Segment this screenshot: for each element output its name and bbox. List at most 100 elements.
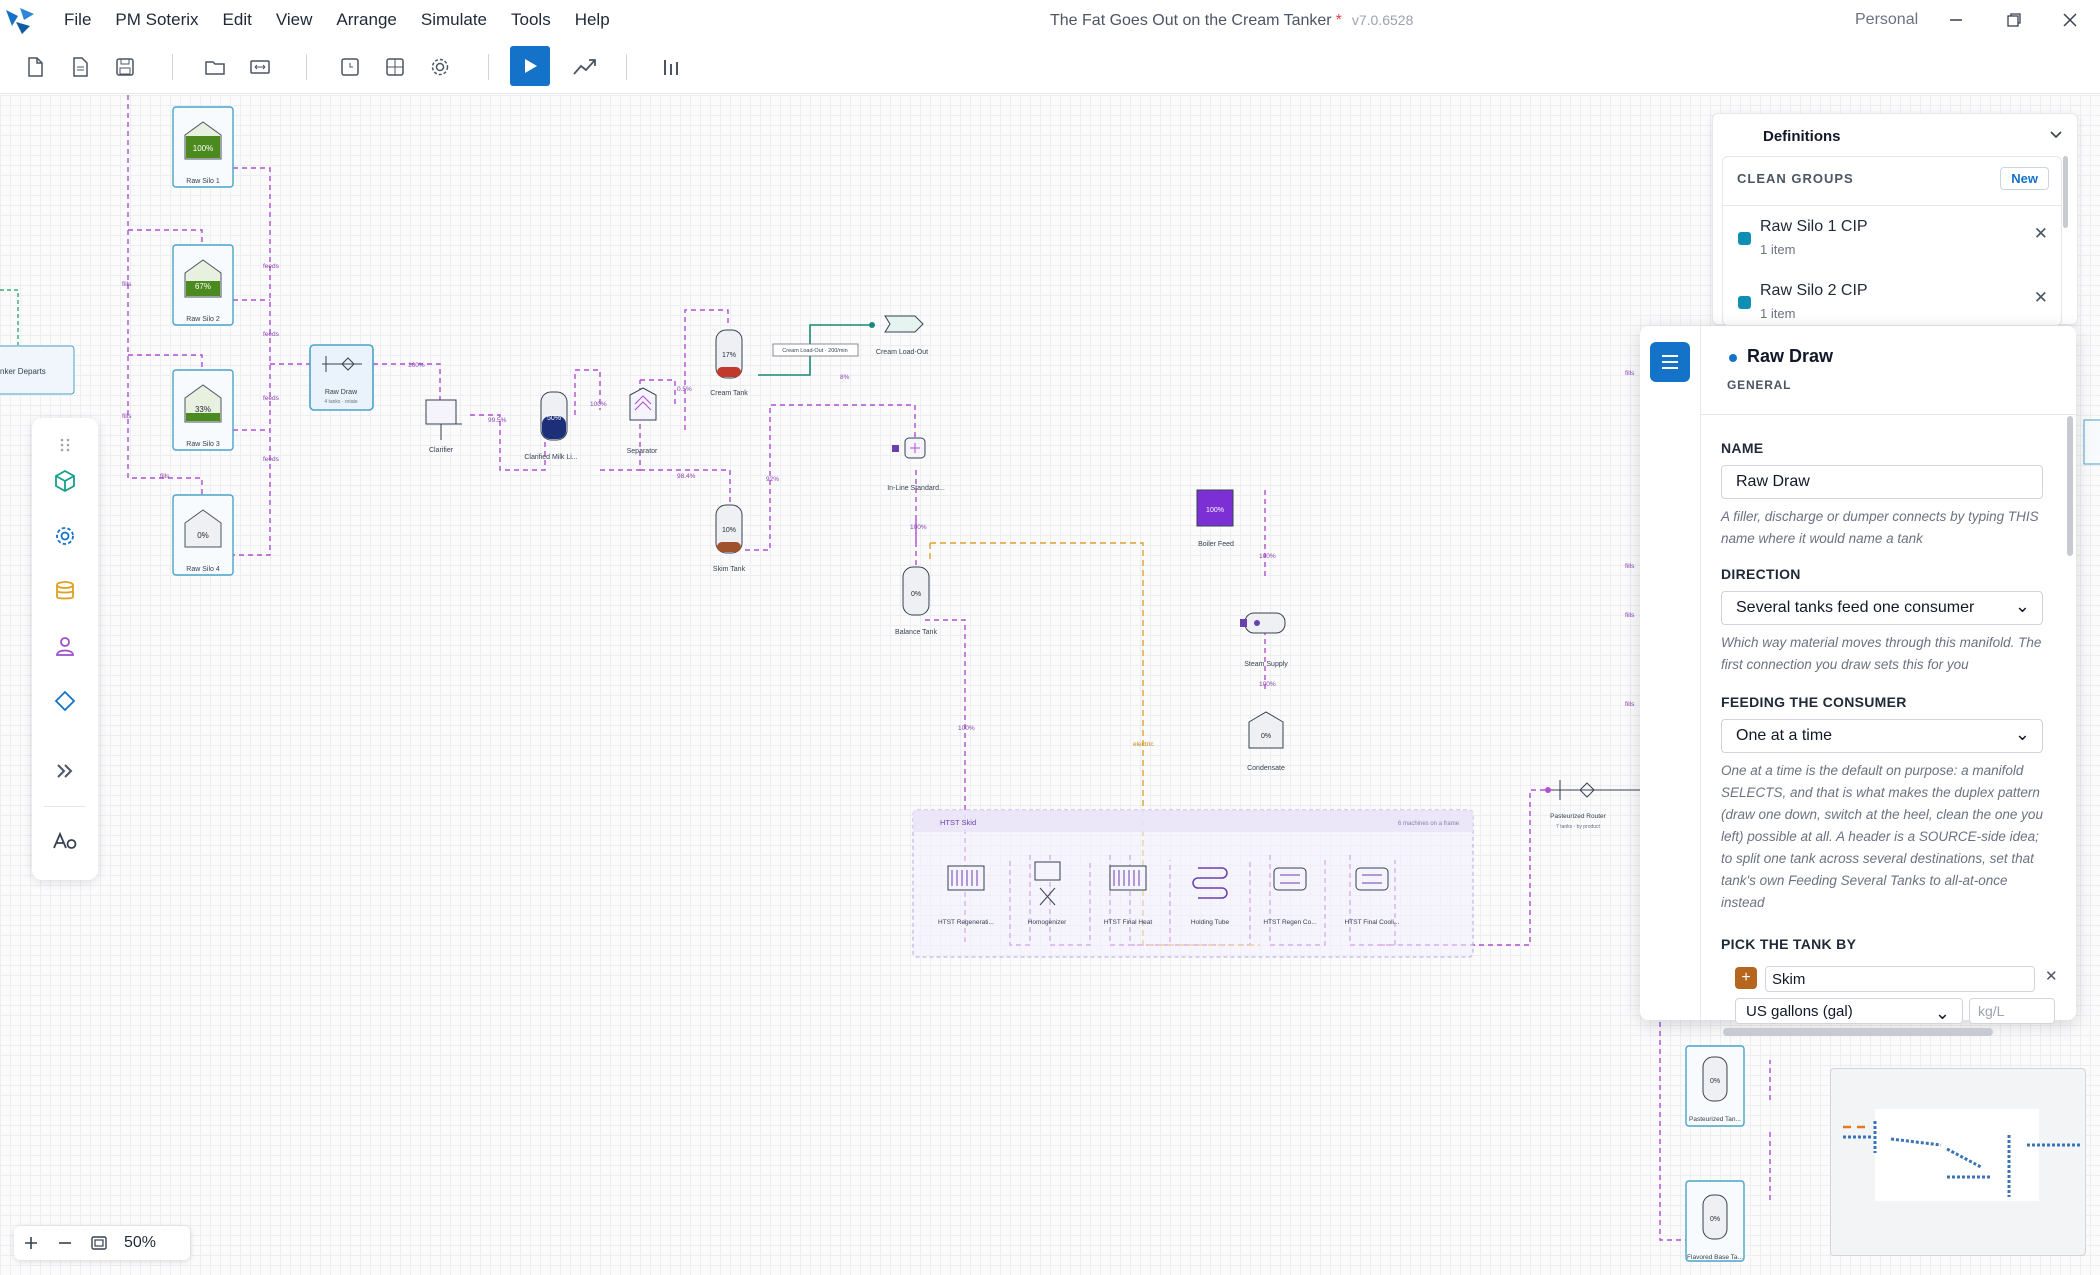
zoom-in-button[interactable] (14, 1226, 48, 1260)
menu-file[interactable]: File (52, 0, 103, 40)
document-icon (73, 57, 88, 77)
pasteurized-tank-node: 0% Pasteurized Tan... (1685, 1045, 1745, 1127)
clean-group-item[interactable]: Raw Silo 2 CIP 1 item ✕ (1738, 276, 2058, 332)
rail-drag-handle[interactable] (50, 430, 80, 460)
feeding-help: One at a time is the default on purpose:… (1721, 763, 2043, 910)
raw-silo-2: 67% Raw Silo 2 (172, 244, 234, 326)
menu-simulate[interactable]: Simulate (409, 0, 499, 40)
trend-button[interactable] (570, 52, 600, 82)
direction-select[interactable]: Several tanks feed one consumer (1721, 591, 2043, 625)
svg-text:HTST Final Heat: HTST Final Heat (1104, 919, 1152, 926)
zoom-out-button[interactable] (48, 1226, 82, 1260)
toolbar-divider (488, 54, 489, 80)
history-button[interactable] (335, 52, 365, 82)
workspace-label[interactable]: Personal (1855, 0, 1918, 40)
rail-equipment-button[interactable] (50, 466, 80, 496)
node-label: In-Line Standard... (887, 485, 945, 492)
remove-product-button[interactable]: ✕ (2045, 967, 2058, 985)
restore-icon (2007, 13, 2021, 27)
node-label: Steam Supply (1244, 661, 1288, 668)
density-input[interactable]: kg/L (1969, 998, 2055, 1024)
definitions-scrollbar[interactable] (2063, 156, 2068, 228)
version-label: v7.0.6528 (1351, 12, 1414, 28)
new-file-icon (28, 57, 43, 77)
grid-button[interactable] (380, 52, 410, 82)
minimize-button[interactable] (1928, 0, 1984, 40)
save-button[interactable] (110, 52, 140, 82)
rate-label: Cream Load-Out · 200/min (782, 348, 847, 354)
product-color-swatch[interactable]: + (1735, 967, 1757, 989)
edge-label-fills: fills (1625, 563, 1635, 570)
edge-label-feeds: feeds (263, 395, 280, 402)
rail-settings-button[interactable] (50, 521, 80, 551)
menu-help[interactable]: Help (563, 0, 622, 40)
feeding-select[interactable]: One at a time (1721, 719, 2043, 753)
definitions-collapse-button[interactable] (2049, 128, 2063, 147)
new-file-button[interactable] (20, 52, 50, 82)
rail-expand-button[interactable] (50, 756, 80, 786)
edge-label-pct: 100% (1259, 681, 1276, 688)
zoom-level[interactable]: 50% (116, 1234, 156, 1252)
fit-view-button[interactable] (82, 1226, 116, 1260)
menu-edit[interactable]: Edit (211, 0, 264, 40)
rail-text-button[interactable] (50, 826, 80, 856)
node-label: Raw Draw (325, 389, 358, 396)
clarified-milk-node: 50% Clarified Milk Li... (524, 391, 578, 461)
feeding-label: FEEDING THE CONSUMER (1721, 694, 1907, 710)
divider (1723, 205, 2061, 206)
balance-tank-node: 0% Balance Tank (895, 566, 937, 636)
inspector-scrollbar[interactable] (2067, 416, 2073, 556)
unit-select[interactable]: US gallons (gal) (1735, 998, 1963, 1024)
inspector-hscrollbar[interactable] (1723, 1028, 1993, 1036)
node-label: Pasteurized Router (1550, 813, 1606, 820)
name-field[interactable]: Raw Draw (1721, 465, 2043, 499)
remove-clean-group-button[interactable]: ✕ (2034, 288, 2048, 308)
rail-routing-button[interactable] (50, 686, 80, 716)
reports-button[interactable] (657, 52, 687, 82)
clean-group-count: 1 item (1760, 306, 1796, 321)
open-document-button[interactable] (65, 52, 95, 82)
cube-icon (55, 469, 75, 493)
settings-button[interactable] (425, 52, 455, 82)
minimap[interactable] (1830, 1068, 2086, 1256)
name-help: A filler, discharge or dumper connects b… (1721, 509, 2039, 546)
clean-group-item[interactable]: Raw Silo 1 CIP 1 item ✕ (1738, 212, 2058, 268)
steam-supply-node: Steam Supply (1240, 612, 1288, 668)
inspector-subtitle: GENERAL (1727, 378, 1792, 392)
menu-tools[interactable]: Tools (499, 0, 563, 40)
node-label: Clarifier (429, 447, 454, 454)
open-folder-button[interactable] (200, 52, 230, 82)
run-simulation-button[interactable] (510, 46, 550, 86)
minimize-icon (1950, 19, 1962, 21)
svg-text:Homogenizer: Homogenizer (1028, 919, 1067, 926)
pick-tank-label: PICK THE TANK BY (1721, 936, 1857, 952)
remove-clean-group-button[interactable]: ✕ (2034, 224, 2048, 244)
maximize-button[interactable] (1986, 0, 2042, 40)
menu-view[interactable]: View (264, 0, 325, 40)
name-value: Raw Draw (1736, 473, 1810, 490)
silo-level: 0% (197, 531, 209, 540)
node-sub: 7 tanks · by product (1556, 824, 1601, 830)
edge-labels: feeds feeds feeds feeds fills fills fill… (122, 263, 1635, 748)
tank-level: 17% (722, 352, 736, 359)
name-label: NAME (1721, 440, 1764, 456)
menu-pm-soterix[interactable]: PM Soterix (103, 0, 210, 40)
definitions-title: Definitions (1763, 128, 1841, 145)
fit-width-button[interactable] (245, 52, 275, 82)
silo-level: 100% (193, 144, 213, 153)
silo-label: Raw Silo 2 (186, 316, 220, 323)
close-window-button[interactable] (2042, 0, 2098, 40)
edge-label-pct: 100% (910, 524, 927, 531)
rail-materials-button[interactable] (50, 576, 80, 606)
text-style-icon (53, 831, 77, 849)
menu-arrange[interactable]: Arrange (324, 0, 408, 40)
product-field[interactable]: Skim (1765, 966, 2035, 992)
product-value: Skim (1772, 970, 1806, 988)
edge-label-fills: fills (1625, 612, 1635, 619)
inspector-menu-button[interactable] (1650, 342, 1690, 382)
node-label: Pasteurized Tan... (1689, 1116, 1741, 1123)
rail-people-button[interactable] (50, 631, 80, 661)
new-clean-group-button[interactable]: New (2000, 167, 2049, 190)
plus-icon (25, 1237, 37, 1249)
pipe-network (127, 95, 1771, 1241)
